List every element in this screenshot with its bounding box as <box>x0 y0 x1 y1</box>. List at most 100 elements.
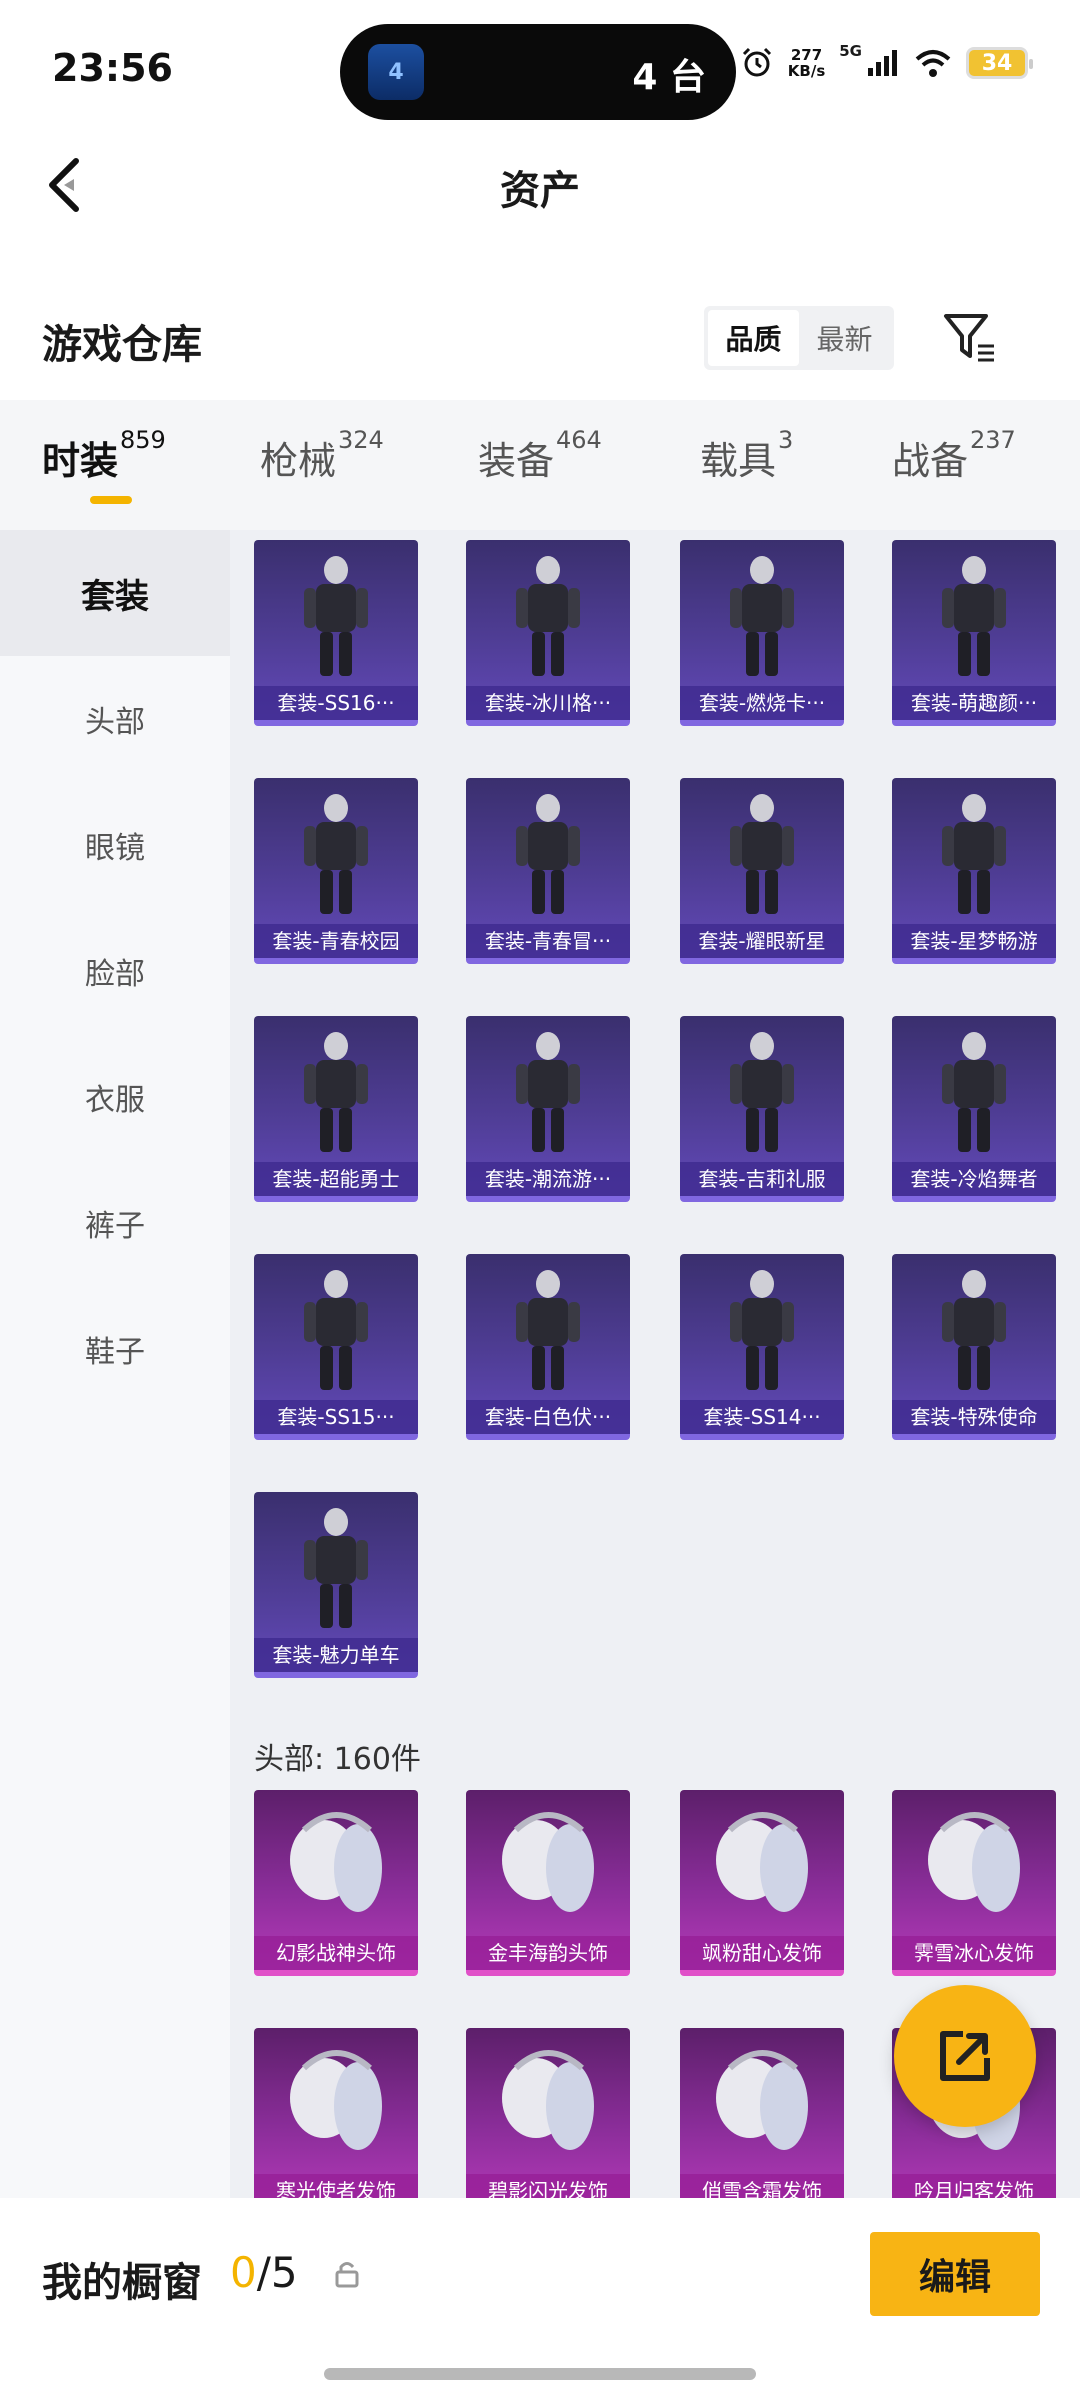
lock-icon[interactable] <box>334 2260 360 2288</box>
item-name: 寒光使者发饰 <box>254 2174 418 2198</box>
outfit-card[interactable]: 套装-燃烧卡··· <box>680 540 844 726</box>
item-grid: 套装-SS16··· 套装-冰川格··· 套装-燃烧卡··· 套装-萌趣颜··· 套装-… <box>230 530 1080 2198</box>
hair-accessory-image <box>290 2050 382 2150</box>
outfit-card[interactable]: 套装-特殊使命 <box>892 1254 1056 1440</box>
showcase-label: 我的橱窗 <box>42 2260 202 2306</box>
hair-accessory-image <box>290 1812 382 1912</box>
item-name: 套装-魅力单车 <box>254 1638 418 1672</box>
alarm-icon <box>742 47 771 77</box>
item-name: 俏雪含霜发饰 <box>680 2174 844 2198</box>
head-item-card[interactable]: 金丰海韵头饰 <box>466 1790 630 1976</box>
outfit-image <box>304 794 368 914</box>
battery-indicator: 34 <box>966 47 1033 79</box>
sidebar-item-clothes[interactable]: 衣服 <box>0 1034 230 1160</box>
sort-toggle: 品质 最新 <box>704 306 894 370</box>
head-item-card[interactable]: 幻影战神头饰 <box>254 1790 418 1976</box>
item-name: 套装-特殊使命 <box>892 1400 1056 1434</box>
tab-vehicles[interactable]: 载具3 <box>700 426 793 485</box>
category-tabs: 时装859 枪械324 装备464 载具3 战备237 <box>0 400 1080 530</box>
item-name: 套装-潮流游··· <box>466 1162 630 1196</box>
hair-accessory-image <box>716 1812 808 1912</box>
outfit-card[interactable]: 套装-超能勇士 <box>254 1016 418 1202</box>
outfit-image <box>730 556 794 676</box>
head-item-card[interactable]: 碧影闪光发饰 <box>466 2028 630 2198</box>
outfit-card[interactable]: 套装-白色伏··· <box>466 1254 630 1440</box>
item-name: 套装-萌趣颜··· <box>892 686 1056 720</box>
outfit-card[interactable]: 套装-吉莉礼服 <box>680 1016 844 1202</box>
head-item-card[interactable]: 飒粉甜心发饰 <box>680 1790 844 1976</box>
item-name: 套装-冰川格··· <box>466 686 630 720</box>
outfit-image <box>304 1032 368 1152</box>
sort-newest-button[interactable]: 最新 <box>799 310 890 366</box>
edit-button[interactable]: 编辑 <box>870 2232 1040 2316</box>
outfit-card[interactable]: 套装-青春冒··· <box>466 778 630 964</box>
share-button[interactable] <box>894 1985 1036 2127</box>
dynamic-island[interactable]: 4 4 台 <box>340 24 736 120</box>
sidebar-item-shoes[interactable]: 鞋子 <box>0 1286 230 1412</box>
item-name: 飒粉甜心发饰 <box>680 1936 844 1970</box>
outfit-card[interactable]: 套装-冷焰舞者 <box>892 1016 1056 1202</box>
item-name: 套装-青春校园 <box>254 924 418 958</box>
sidebar-item-pants[interactable]: 裤子 <box>0 1160 230 1286</box>
outfit-image <box>942 1032 1006 1152</box>
tab-equipment[interactable]: 装备464 <box>478 426 602 485</box>
outfit-card[interactable]: 套装-耀眼新星 <box>680 778 844 964</box>
outfit-card[interactable]: 套装-冰川格··· <box>466 540 630 726</box>
tab-firearms[interactable]: 枪械324 <box>260 426 384 485</box>
outfit-card[interactable]: 套装-魅力单车 <box>254 1492 418 1678</box>
item-name: 套装-SS15··· <box>254 1400 418 1434</box>
outfit-card[interactable]: 套装-SS14··· <box>680 1254 844 1440</box>
outfit-image <box>730 794 794 914</box>
outfit-card[interactable]: 套装-萌趣颜··· <box>892 540 1056 726</box>
cellular-signal-icon <box>868 50 897 76</box>
page-title: 资产 <box>500 168 580 214</box>
item-name: 套装-冷焰舞者 <box>892 1162 1056 1196</box>
outfit-card[interactable]: 套装-潮流游··· <box>466 1016 630 1202</box>
sidebar: 套装 头部 眼镜 脸部 衣服 裤子 鞋子 <box>0 530 230 2198</box>
island-device-count: 4 台 <box>632 57 706 98</box>
hair-accessory-image <box>502 1812 594 1912</box>
warehouse-title: 游戏仓库 <box>42 322 202 368</box>
outfit-image <box>304 1508 368 1628</box>
outfit-image <box>942 556 1006 676</box>
sort-quality-button[interactable]: 品质 <box>708 310 799 366</box>
filter-icon[interactable] <box>940 308 1000 368</box>
outfit-card[interactable]: 套装-SS16··· <box>254 540 418 726</box>
hair-accessory-image <box>716 2050 808 2150</box>
active-tab-indicator <box>90 496 132 504</box>
item-name: 套装-超能勇士 <box>254 1162 418 1196</box>
outfit-card[interactable]: 套装-星梦畅游 <box>892 778 1056 964</box>
sidebar-item-glasses[interactable]: 眼镜 <box>0 782 230 908</box>
outfit-image <box>516 1270 580 1390</box>
outfit-image <box>730 1270 794 1390</box>
hair-accessory-image <box>928 1812 1020 1912</box>
net-speed: 277 KB/s <box>787 46 826 80</box>
page-header: 资产 <box>0 140 1080 230</box>
tab-supplies[interactable]: 战备237 <box>892 426 1016 485</box>
outfit-image <box>942 1270 1006 1390</box>
tab-fashion[interactable]: 时装859 <box>42 426 166 485</box>
hair-accessory-image <box>502 2050 594 2150</box>
head-item-card[interactable]: 寒光使者发饰 <box>254 2028 418 2198</box>
warehouse-header: 游戏仓库 品质 最新 <box>0 300 1080 380</box>
outfit-card[interactable]: 套装-青春校园 <box>254 778 418 964</box>
sidebar-item-suits[interactable]: 套装 <box>0 530 230 656</box>
outfit-image <box>942 794 1006 914</box>
head-item-card[interactable]: 霁雪冰心发饰 <box>892 1790 1056 1976</box>
status-icons: 277 KB/s 5G 34 <box>740 42 1033 80</box>
outfit-image <box>516 556 580 676</box>
showcase-count: 0/5 <box>230 2248 298 2297</box>
item-name: 套装-星梦畅游 <box>892 924 1056 958</box>
status-time: 23:56 <box>52 46 173 90</box>
broadcast-app-icon: 4 <box>368 44 424 100</box>
outfit-card[interactable]: 套装-SS15··· <box>254 1254 418 1440</box>
bottom-bar: 我的橱窗 0/5 编辑 <box>0 2198 1080 2400</box>
sidebar-item-face[interactable]: 脸部 <box>0 908 230 1034</box>
item-name: 套装-SS16··· <box>254 686 418 720</box>
home-indicator[interactable] <box>324 2368 756 2380</box>
item-name: 套装-白色伏··· <box>466 1400 630 1434</box>
item-name: 幻影战神头饰 <box>254 1936 418 1970</box>
sidebar-item-head[interactable]: 头部 <box>0 656 230 782</box>
head-section-title: 头部: 160件 <box>254 1742 421 1777</box>
head-item-card[interactable]: 俏雪含霜发饰 <box>680 2028 844 2198</box>
